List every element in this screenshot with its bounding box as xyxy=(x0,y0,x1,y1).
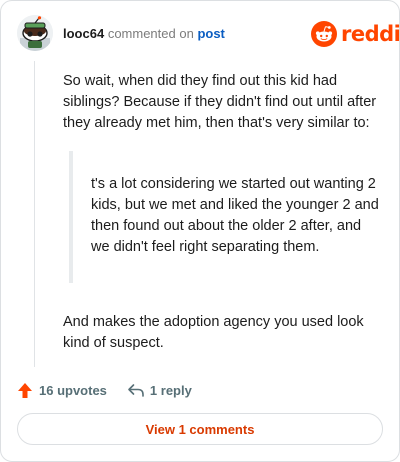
view-comments-button[interactable]: View 1 comments xyxy=(17,413,383,445)
username-link[interactable]: looc64 xyxy=(63,26,104,41)
user-avatar[interactable] xyxy=(17,15,53,51)
upvote-count: 16 upvotes xyxy=(39,382,107,398)
blockquote-text: t's a lot considering we started out wan… xyxy=(91,176,379,255)
reddit-alien-icon xyxy=(311,21,337,47)
upvote-arrow-icon xyxy=(18,382,32,398)
reddit-wordmark: reddit xyxy=(341,22,400,46)
comment-card: looc64 commented on post reddit So wait,… xyxy=(0,0,400,462)
action-bar: 16 upvotes 1 reply xyxy=(17,379,192,401)
comment-paragraph: So wait, when did they find out this kid… xyxy=(63,71,393,134)
reply-arrow-icon xyxy=(128,384,144,397)
comment-text-1: So wait, when did they find out this kid… xyxy=(63,73,377,131)
commented-on-text: commented on xyxy=(107,26,194,41)
reply-button[interactable]: 1 reply xyxy=(127,382,192,398)
comment-header: looc64 commented on post xyxy=(63,25,225,43)
reply-count: 1 reply xyxy=(149,382,192,398)
upvote-button[interactable]: 16 upvotes xyxy=(17,382,107,399)
comment-paragraph-2: And makes the adoption agency you used l… xyxy=(63,297,393,368)
comment-text-2: And makes the adoption agency you used l… xyxy=(63,313,364,351)
reddit-logo[interactable]: reddit xyxy=(311,21,400,47)
post-link[interactable]: post xyxy=(197,26,224,41)
quote-bar xyxy=(69,151,73,283)
snoo-avatar-icon xyxy=(17,15,53,51)
thread-line[interactable] xyxy=(34,61,35,367)
